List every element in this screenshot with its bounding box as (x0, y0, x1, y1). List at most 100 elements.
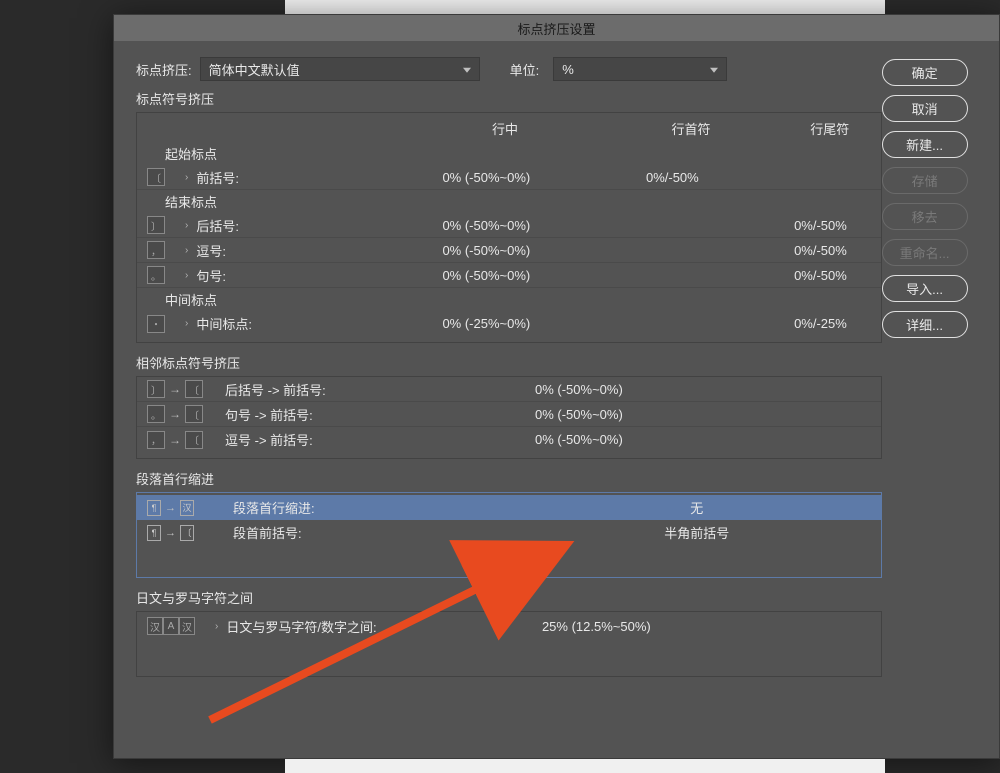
expand-icon[interactable]: › (185, 220, 188, 231)
section2-title: 相邻标点符号挤压 (136, 353, 882, 372)
preset-select[interactable]: 简体中文默认值 (200, 57, 480, 81)
cancel-button[interactable]: 取消 (882, 95, 968, 122)
ok-button[interactable]: 确定 (882, 59, 968, 86)
adj-value: 0% (-50%~0%) (505, 407, 881, 422)
jp-icons: 汉 A 汉 (147, 617, 215, 635)
pilcrow-icon: ¶ (147, 500, 161, 516)
panel-indent: ¶ → 汉 段落首行缩进: 无 ¶ → 〔 段首前括号: (136, 492, 882, 578)
group-open: 起始标点 (137, 142, 881, 165)
value-mid: 0% (-50%~0%) (388, 243, 584, 258)
expand-icon[interactable]: › (185, 245, 188, 256)
row-label: 句号: (196, 266, 388, 285)
adj-row-period-open[interactable]: 。 → 〔 句号 -> 前括号: 0% (-50%~0%) (137, 402, 881, 427)
midpoint-icon: ・ (147, 315, 165, 333)
panel-japanese-roman: 汉 A 汉 › 日文与罗马字符/数字之间: 25% (12.5%~50%) (136, 611, 882, 677)
unit-label: 单位: (510, 60, 540, 79)
expand-icon[interactable]: › (215, 621, 218, 632)
row-close-bracket[interactable]: 〕 › 后括号: 0% (-50%~0%) 0%/-50% (137, 213, 881, 238)
jp-value: 25% (12.5%~50%) (496, 619, 696, 634)
new-button[interactable]: 新建... (882, 131, 968, 158)
indent-row-bracket[interactable]: ¶ → 〔 段首前括号: 半角前括号 (137, 520, 881, 545)
adj-icons: 〕 → 〔 (147, 380, 225, 398)
cjk-icon: 汉 (147, 617, 163, 635)
button-column: 确定 取消 新建... 存储 移去 重命名... 导入... 详细... (882, 57, 999, 687)
row-comma[interactable]: ， › 逗号: 0% (-50%~0%) 0%/-50% (137, 238, 881, 263)
arrow-icon: → (165, 527, 176, 539)
pilcrow-icon: ¶ (147, 525, 161, 541)
section4-title: 日文与罗马字符之间 (136, 588, 882, 607)
adj-label: 逗号 -> 前括号: (225, 430, 505, 449)
group-mid: 中间标点 (137, 288, 881, 311)
detail-button[interactable]: 详细... (882, 311, 968, 338)
close-bracket-icon: 〕 (147, 380, 165, 398)
adj-value: 0% (-50%~0%) (505, 432, 881, 447)
save-button: 存储 (882, 167, 968, 194)
mojikumi-dialog: 标点挤压设置 标点挤压: 简体中文默认值 单位: % 标点符号挤压 行中 行首符 (113, 14, 1000, 759)
value-start: 0%/-50% (584, 170, 760, 185)
cjk-icon: 汉 (180, 500, 194, 516)
row-label: 后括号: (196, 216, 388, 235)
open-bracket-icon: 〔 (147, 168, 165, 186)
row-label: 前括号: (196, 168, 388, 187)
table-header: 行中 行首符 行尾符 (137, 113, 881, 142)
period-icon: 。 (147, 266, 165, 284)
dialog-title: 标点挤压设置 (517, 19, 595, 38)
indent-value: 半角前括号 (513, 523, 881, 542)
panel-adjacent: 〕 → 〔 后括号 -> 前括号: 0% (-50%~0%) 。 → 〔 句号 … (136, 376, 882, 459)
value-mid: 0% (-25%~0%) (388, 316, 584, 331)
unit-value: % (562, 62, 574, 77)
comma-icon: ， (147, 241, 165, 259)
top-controls: 标点挤压: 简体中文默认值 单位: % (136, 57, 882, 81)
open-bracket-icon: 〔 (185, 380, 203, 398)
cjk-icon: 汉 (179, 617, 195, 635)
adj-label: 后括号 -> 前括号: (225, 380, 505, 399)
value-end: 0%/-50% (760, 268, 880, 283)
adj-row-close-open[interactable]: 〕 → 〔 后括号 -> 前括号: 0% (-50%~0%) (137, 377, 881, 402)
period-icon: 。 (147, 405, 165, 423)
row-midpoint[interactable]: ・ › 中间标点: 0% (-25%~0%) 0%/-25% (137, 311, 881, 336)
header-end: 行尾符 (779, 119, 881, 138)
open-bracket-icon: 〔 (185, 431, 203, 449)
header-mid: 行中 (407, 119, 603, 138)
import-button[interactable]: 导入... (882, 275, 968, 302)
rename-button: 重命名... (882, 239, 968, 266)
close-bracket-icon: 〕 (147, 216, 165, 234)
row-label: 逗号: (196, 241, 388, 260)
header-start: 行首符 (603, 119, 779, 138)
jp-roman-row[interactable]: 汉 A 汉 › 日文与罗马字符/数字之间: 25% (12.5%~50%) (137, 612, 881, 640)
section3-title: 段落首行缩进 (136, 469, 882, 488)
expand-icon[interactable]: › (185, 270, 188, 281)
expand-icon[interactable]: › (185, 318, 188, 329)
indent-icons: ¶ → 〔 (147, 525, 225, 541)
value-mid: 0% (-50%~0%) (388, 268, 584, 283)
open-bracket-icon: 〔 (185, 405, 203, 423)
value-end: 0%/-50% (760, 243, 880, 258)
preset-value: 简体中文默认值 (209, 60, 300, 79)
titlebar: 标点挤压设置 (114, 15, 999, 41)
row-label: 中间标点: (196, 314, 388, 333)
arrow-icon: → (165, 502, 176, 514)
remove-button: 移去 (882, 203, 968, 230)
adj-label: 句号 -> 前括号: (225, 405, 505, 424)
group-close: 结束标点 (137, 190, 881, 213)
adj-icons: ， → 〔 (147, 431, 225, 449)
expand-icon[interactable]: › (185, 172, 188, 183)
row-open-bracket[interactable]: 〔 › 前括号: 0% (-50%~0%) 0%/-50% (137, 165, 881, 190)
arrow-icon: → (169, 382, 181, 396)
open-bracket-icon: 〔 (180, 525, 194, 541)
indent-row-paragraph[interactable]: ¶ → 汉 段落首行缩进: 无 (137, 495, 881, 520)
background-document-bottom (285, 759, 885, 773)
latin-icon: A (163, 617, 179, 635)
adj-row-comma-open[interactable]: ， → 〔 逗号 -> 前括号: 0% (-50%~0%) (137, 427, 881, 452)
indent-label: 段落首行缩进: (233, 498, 513, 517)
section1-title: 标点符号挤压 (136, 89, 882, 108)
row-period[interactable]: 。 › 句号: 0% (-50%~0%) 0%/-50% (137, 263, 881, 288)
value-end: 0%/-25% (760, 316, 880, 331)
jp-label: 日文与罗马字符/数字之间: (226, 617, 496, 636)
arrow-icon: → (169, 407, 181, 421)
arrow-icon: → (169, 433, 181, 447)
unit-select[interactable]: % (553, 57, 727, 81)
adj-value: 0% (-50%~0%) (505, 382, 881, 397)
adj-icons: 。 → 〔 (147, 405, 225, 423)
indent-label: 段首前括号: (233, 523, 513, 542)
